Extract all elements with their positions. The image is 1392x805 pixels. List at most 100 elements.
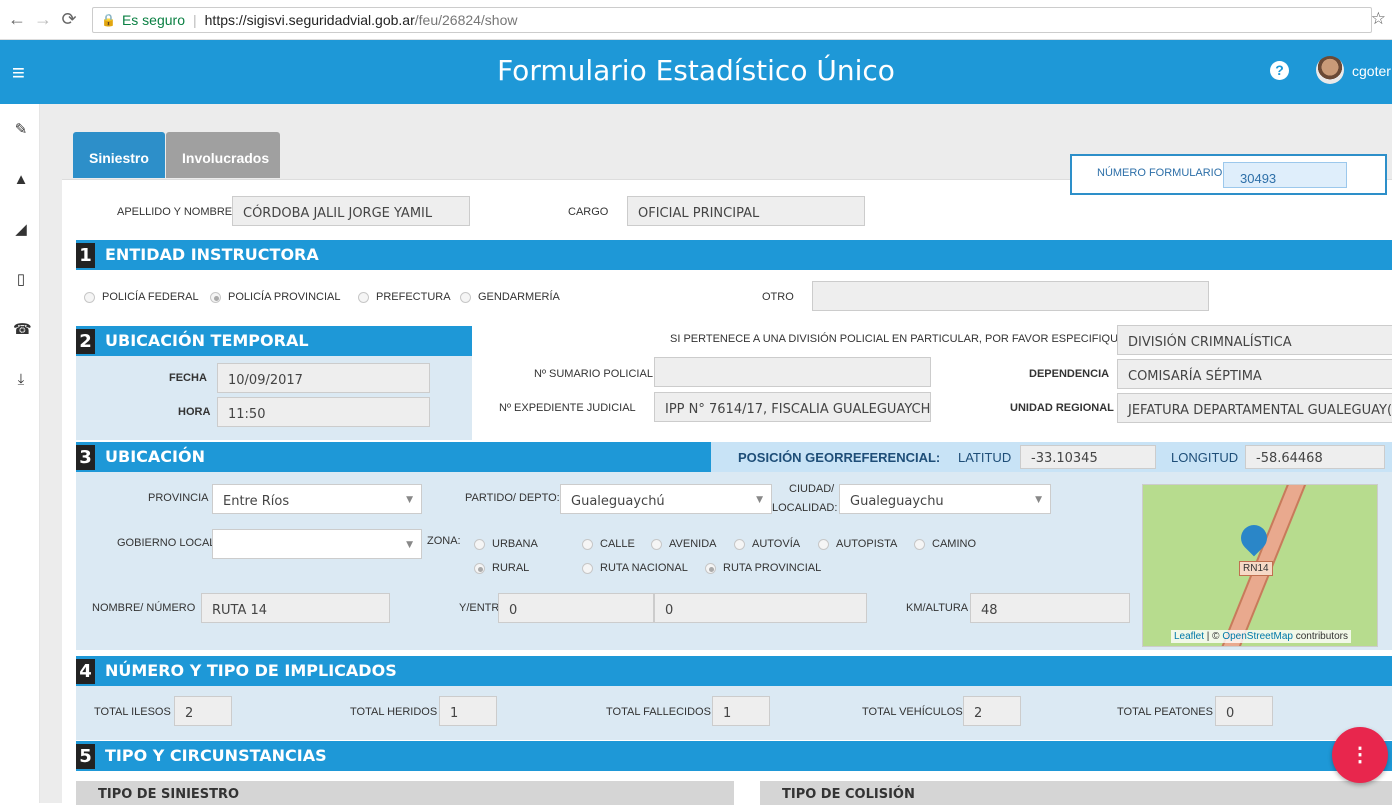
osm-link[interactable]: OpenStreetMap bbox=[1222, 631, 1293, 642]
radio-dot bbox=[582, 562, 593, 574]
radio-dot bbox=[651, 538, 662, 550]
radio-gendarmeria[interactable]: GENDARMERÍA bbox=[460, 291, 560, 303]
vehiculos-field[interactable]: 2 bbox=[963, 696, 1021, 726]
lon-field[interactable]: -58.64468 bbox=[1245, 445, 1385, 469]
hora-field[interactable]: 11:50 bbox=[217, 397, 430, 427]
peatones-field[interactable]: 0 bbox=[1215, 696, 1273, 726]
radio-rural[interactable]: RURAL bbox=[474, 562, 529, 574]
radio-policia-provincial[interactable]: POLICÍA PROVINCIAL bbox=[210, 291, 340, 303]
bookmark-star-icon[interactable]: ☆ bbox=[1371, 9, 1386, 29]
dependencia-field[interactable]: COMISARÍA SÉPTIMA bbox=[1117, 359, 1392, 389]
radio-dot bbox=[474, 562, 485, 574]
radio-ruta-nacional[interactable]: RUTA NACIONAL bbox=[582, 562, 688, 574]
section-title: NÚMERO Y TIPO DE IMPLICADOS bbox=[105, 661, 397, 680]
gobierno-select[interactable] bbox=[212, 529, 422, 559]
edit-icon[interactable]: ✎ bbox=[13, 122, 29, 138]
section-2-header: 2 UBICACIÓN TEMPORAL bbox=[76, 326, 472, 356]
radio-prefectura[interactable]: PREFECTURA bbox=[358, 291, 451, 303]
heridos-field[interactable]: 1 bbox=[439, 696, 497, 726]
location-map[interactable]: RN14 Leaflet | © OpenStreetMap contribut… bbox=[1142, 484, 1378, 647]
radio-dot bbox=[84, 291, 95, 303]
fallecidos-label: TOTAL FALLECIDOS bbox=[606, 706, 711, 718]
section-number: 4 bbox=[76, 659, 95, 684]
tipo-siniestro-header: TIPO DE SINIESTRO bbox=[76, 781, 734, 805]
provincia-select[interactable]: Entre Ríos bbox=[212, 484, 422, 514]
radio-dot bbox=[474, 538, 485, 550]
radio-calle[interactable]: CALLE bbox=[582, 538, 635, 550]
ilesos-field[interactable]: 2 bbox=[174, 696, 232, 726]
cargo-label: CARGO bbox=[568, 206, 609, 218]
fecha-field[interactable]: 10/09/2017 bbox=[217, 363, 430, 393]
km-field[interactable]: 48 bbox=[970, 593, 1130, 623]
name-field[interactable]: CÓRDOBA JALIL JORGE YAMIL bbox=[232, 196, 470, 226]
fallecidos-field[interactable]: 1 bbox=[712, 696, 770, 726]
radio-label: GENDARMERÍA bbox=[478, 291, 560, 303]
tab-siniestro[interactable]: Siniestro bbox=[73, 132, 165, 178]
expediente-label: Nº EXPEDIENTE JUDICIAL bbox=[499, 402, 636, 414]
cargo-field[interactable]: OFICIAL PRINCIPAL bbox=[627, 196, 865, 226]
lat-label: LATITUD bbox=[958, 450, 1012, 465]
radio-label: AVENIDA bbox=[669, 538, 717, 550]
url-path: /feu/26824/show bbox=[414, 12, 518, 28]
radio-ruta-provincial[interactable]: RUTA PROVINCIAL bbox=[705, 562, 821, 574]
entre-field-1[interactable]: 0 bbox=[498, 593, 654, 623]
radio-autovia[interactable]: AUTOVÍA bbox=[734, 538, 800, 550]
phone-icon[interactable]: ☎ bbox=[13, 322, 32, 338]
help-icon[interactable]: ? bbox=[1270, 61, 1289, 80]
expediente-field[interactable]: IPP N° 7614/17, FISCALIA GUALEGUAYCHÚ bbox=[654, 392, 931, 422]
section-title: TIPO Y CIRCUNSTANCIAS bbox=[105, 746, 327, 765]
entre-field-2[interactable]: 0 bbox=[654, 593, 867, 623]
forward-icon[interactable]: → bbox=[34, 9, 52, 30]
tab-involucrados[interactable]: Involucrados bbox=[166, 132, 280, 178]
peatones-label: TOTAL PEATONES bbox=[1117, 706, 1213, 718]
section-title: UBICACIÓN TEMPORAL bbox=[105, 331, 309, 350]
back-icon[interactable]: ← bbox=[8, 9, 26, 30]
warning-icon[interactable]: ▲ bbox=[13, 172, 29, 188]
form-number-field[interactable]: 30493 bbox=[1223, 162, 1347, 188]
radio-autopista[interactable]: AUTOPISTA bbox=[818, 538, 897, 550]
area-chart-icon[interactable]: ◢ bbox=[13, 222, 29, 238]
section-title: ENTIDAD INSTRUCTORA bbox=[105, 245, 319, 264]
radio-urbana[interactable]: URBANA bbox=[474, 538, 538, 550]
radio-label: POLICÍA PROVINCIAL bbox=[228, 291, 341, 303]
section-4-header: 4 NÚMERO Y TIPO DE IMPLICADOS bbox=[76, 656, 1392, 686]
radio-label: POLICÍA FEDERAL bbox=[102, 291, 199, 303]
download-icon[interactable]: ⤓ bbox=[13, 372, 29, 388]
avatar[interactable] bbox=[1316, 56, 1344, 84]
gobierno-label: GOBIERNO LOCAL bbox=[117, 537, 216, 549]
ciudad-select[interactable]: Gualeguaychu bbox=[839, 484, 1051, 514]
sumario-label: Nº SUMARIO POLICIAL bbox=[534, 368, 653, 380]
radio-dot bbox=[914, 538, 925, 550]
partido-select[interactable]: Gualeguaychú bbox=[560, 484, 772, 514]
username[interactable]: cgoter bbox=[1352, 63, 1391, 79]
section-number: 3 bbox=[76, 445, 95, 470]
unidad-field[interactable]: JEFATURA DEPARTAMENTAL GUALEGUAY( bbox=[1117, 393, 1392, 423]
browser-toolbar: ← → ⟳ 🔒 Es seguro | https://sigisvi.segu… bbox=[0, 0, 1392, 40]
attribution-sep: | © bbox=[1204, 631, 1223, 642]
map-icon[interactable]: ▯ bbox=[13, 272, 29, 288]
heridos-label: TOTAL HERIDOS bbox=[350, 706, 438, 718]
sumario-field[interactable] bbox=[654, 357, 931, 387]
leaflet-link[interactable]: Leaflet bbox=[1174, 631, 1204, 642]
ciudad-label-2: LOCALIDAD: bbox=[772, 502, 838, 514]
zona-label: ZONA: bbox=[427, 535, 461, 547]
ilesos-label: TOTAL ILESOS bbox=[94, 706, 171, 718]
more-actions-button[interactable]: ⋮ bbox=[1332, 727, 1388, 783]
otro-field[interactable] bbox=[812, 281, 1209, 311]
page-title: Formulario Estadístico Único bbox=[497, 54, 895, 87]
otro-label: OTRO bbox=[762, 291, 794, 303]
division-field[interactable]: DIVISIÓN CRIMNALÍSTICA bbox=[1117, 325, 1392, 355]
address-bar[interactable]: 🔒 Es seguro | https://sigisvi.seguridadv… bbox=[92, 7, 1372, 33]
radio-camino[interactable]: CAMINO bbox=[914, 538, 976, 550]
division-label: SI PERTENECE A UNA DIVISIÓN POLICIAL EN … bbox=[670, 333, 1129, 345]
section-number: 2 bbox=[76, 329, 95, 354]
nombre-field[interactable]: RUTA 14 bbox=[201, 593, 390, 623]
url-host: https://sigisvi.seguridadvial.gob.ar bbox=[204, 12, 415, 28]
reload-icon[interactable]: ⟳ bbox=[60, 9, 78, 30]
radio-label: CALLE bbox=[600, 538, 635, 550]
geo-bar: POSICIÓN GEORREFERENCIAL: LATITUD -33.10… bbox=[711, 442, 1392, 472]
radio-policia-federal[interactable]: POLICÍA FEDERAL bbox=[84, 291, 199, 303]
radio-avenida[interactable]: AVENIDA bbox=[651, 538, 716, 550]
lat-field[interactable]: -33.10345 bbox=[1020, 445, 1156, 469]
name-label: APELLIDO Y NOMBRE bbox=[117, 206, 233, 218]
